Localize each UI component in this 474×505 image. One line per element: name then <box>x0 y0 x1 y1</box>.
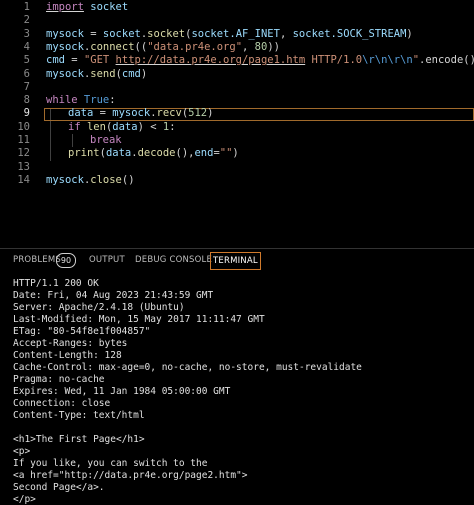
line-number: 7 <box>23 80 30 93</box>
code-line-1[interactable]: import socket <box>46 1 128 14</box>
tab-output[interactable]: OUTPUT <box>89 255 125 265</box>
code-line-11[interactable]: break <box>90 134 122 147</box>
terminal-line: ETag: "80-54f8e1f004857" <box>13 326 151 337</box>
code-line-9[interactable]: data = mysock.recv(512) <box>68 107 213 120</box>
code-line-3[interactable]: mysock = socket.socket(socket.AF_INET, s… <box>46 28 413 41</box>
tab-terminal[interactable]: TERMINAL <box>210 252 261 270</box>
tab-problems[interactable]: PROBLEMS <box>13 255 61 265</box>
code-line-4[interactable]: mysock.connect(("data.pr4e.org", 80)) <box>46 41 280 54</box>
terminal-line: Expires: Wed, 11 Jan 1984 05:00:00 GMT <box>13 386 231 397</box>
terminal-line: Pragma: no-cache <box>13 374 105 385</box>
line-number: 3 <box>23 27 30 40</box>
terminal-line: Cache-Control: max-age=0, no-cache, no-s… <box>13 362 362 373</box>
indent-guide <box>72 134 73 147</box>
terminal-line: Connection: close <box>13 398 111 409</box>
terminal-output[interactable]: HTTP/1.1 200 OK Date: Fri, 04 Aug 2023 21… <box>13 278 468 504</box>
terminal-line: Accept-Ranges: bytes <box>13 338 128 349</box>
code-line-8[interactable]: while True: <box>46 94 116 107</box>
terminal-line: <p> <box>13 446 31 457</box>
code-line-14[interactable]: mysock.close() <box>46 174 135 187</box>
line-number: 4 <box>23 40 30 53</box>
line-number: 8 <box>23 94 30 107</box>
line-number: 13 <box>17 160 30 173</box>
line-number: 12 <box>17 147 30 160</box>
line-number: 6 <box>23 67 30 80</box>
terminal-line: HTTP/1.1 200 OK <box>13 278 99 289</box>
code-line-10[interactable]: if len(data) < 1: <box>68 121 176 134</box>
terminal-line: </p> <box>13 494 36 504</box>
terminal-line: Content-Type: text/html <box>13 410 145 421</box>
line-number: 10 <box>17 120 30 133</box>
panel-tab-bar: PROBLEMS 90 OUTPUT DEBUG CONSOLE TERMINA… <box>0 248 474 275</box>
problems-count-badge: 90 <box>56 253 76 268</box>
terminal-line: Last-Modified: Mon, 15 May 2017 11:11:47… <box>13 314 265 325</box>
terminal-line: If you like, you can switch to the <box>13 458 208 469</box>
line-number-current: 9 <box>23 107 30 120</box>
line-number: 1 <box>23 1 30 13</box>
line-number: 5 <box>23 54 30 67</box>
terminal-line: Server: Apache/2.4.18 (Ubuntu) <box>13 302 185 313</box>
terminal-line: <a href="http://data.pr4e.org/page2.htm"… <box>13 470 248 481</box>
line-number: 14 <box>17 173 30 186</box>
line-number: 2 <box>23 14 30 27</box>
code-editor[interactable]: 1 3 2 4 5 6 7 8 9 10 11 12 13 14 import … <box>0 0 474 248</box>
line-number: 11 <box>17 134 30 146</box>
code-line-5[interactable]: cmd = "GET http://data.pr4e.org/page1.ht… <box>46 54 474 67</box>
terminal-line: Second Page</a>. <box>13 482 105 493</box>
tab-debug-console[interactable]: DEBUG CONSOLE <box>135 255 212 265</box>
terminal-line: <h1>The First Page</h1> <box>13 434 145 445</box>
code-line-12[interactable]: print(data.decode(),end="") <box>68 147 239 160</box>
code-line-6[interactable]: mysock.send(cmd) <box>46 68 147 81</box>
terminal-line: Content-Length: 128 <box>13 350 122 361</box>
terminal-line: Date: Fri, 04 Aug 2023 21:43:59 GMT <box>13 290 214 301</box>
